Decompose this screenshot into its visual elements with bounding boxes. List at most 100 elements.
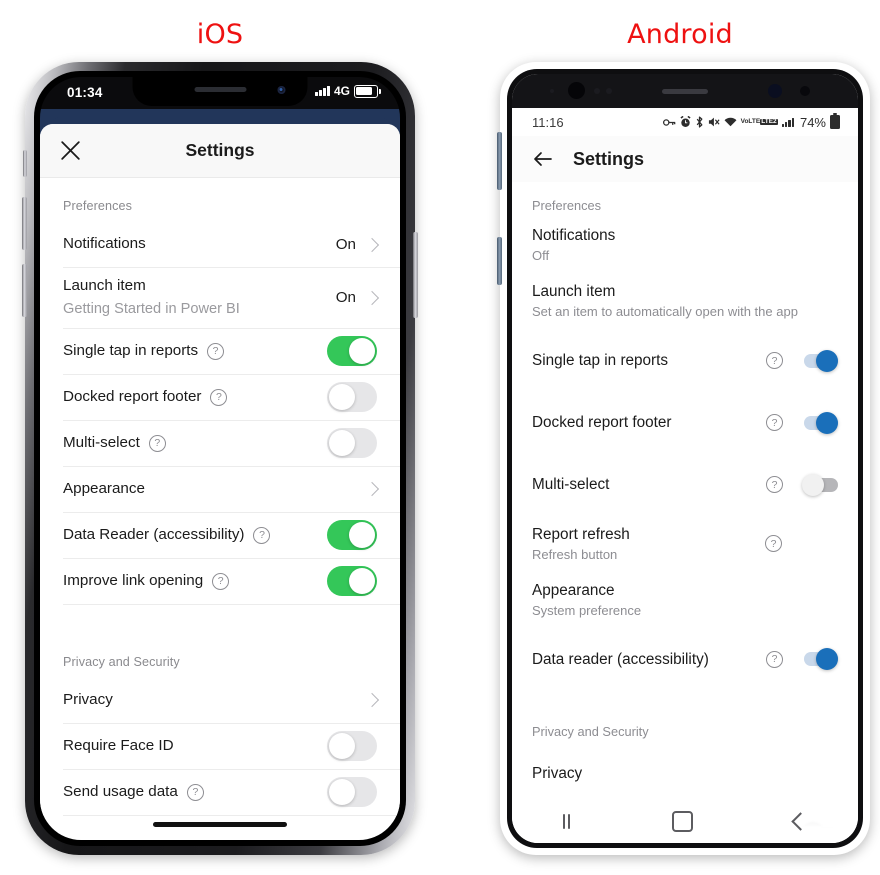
help-icon[interactable]: ? xyxy=(148,434,166,452)
toggle-switch[interactable] xyxy=(327,382,377,413)
page-title: Settings xyxy=(185,140,255,160)
row-value: On xyxy=(335,289,356,307)
home-icon[interactable] xyxy=(671,810,693,832)
ios-row-notifications[interactable]: Notifications On xyxy=(63,222,400,268)
section-header-preferences: Preferences xyxy=(532,198,601,213)
row-labels: Launch item Set an item to automatically… xyxy=(532,281,838,321)
row-label: Docked report footer xyxy=(532,414,672,432)
help-icon[interactable]: ? xyxy=(186,783,204,801)
android-row-privacy[interactable]: Privacy xyxy=(512,743,858,803)
toggle-switch[interactable] xyxy=(804,411,838,434)
row-label: Single tap in reports xyxy=(532,352,669,370)
android-top-bezel xyxy=(512,74,858,108)
ios-row-improve-link-opening[interactable]: Improve link opening ? xyxy=(63,559,400,605)
proximity-sensor-icon xyxy=(550,89,554,93)
help-icon[interactable]: ? xyxy=(766,476,783,494)
help-icon[interactable]: ? xyxy=(765,535,782,553)
toggle-switch[interactable] xyxy=(327,428,377,459)
ios-status-icons: 4G xyxy=(315,84,381,98)
toggle-switch[interactable] xyxy=(327,731,377,762)
android-row-appearance[interactable]: Appearance System preference xyxy=(512,572,858,628)
android-row-data-reader[interactable]: Data reader (accessibility) ? xyxy=(512,628,858,690)
ios-row-multi-select[interactable]: Multi-select ? xyxy=(63,421,400,467)
ios-settings-sheet: Settings Preferences Notifications On La… xyxy=(40,124,400,840)
ios-row-docked-report-footer[interactable]: Docked report footer ? xyxy=(63,375,400,421)
section-header-privacy: Privacy and Security xyxy=(63,654,180,669)
row-labels: Notifications xyxy=(63,226,336,263)
row-label: Improve link opening xyxy=(63,571,204,589)
row-label: Notifications xyxy=(63,235,146,253)
iphone-screen: 01:34 4G Settings Preferences Notificati… xyxy=(40,77,400,840)
row-label: Privacy xyxy=(63,690,113,708)
toggle-switch[interactable] xyxy=(804,648,838,671)
battery-percent: 74% xyxy=(799,114,826,130)
ios-row-data-reader[interactable]: Data Reader (accessibility) ? xyxy=(63,513,400,559)
help-icon[interactable]: ? xyxy=(766,414,783,432)
android-settings-list: Preferences Notifications Off Launch ite… xyxy=(512,182,858,843)
chevron-right-icon xyxy=(364,482,380,497)
row-labels: Single tap in reports xyxy=(532,350,766,371)
toggle-switch[interactable] xyxy=(327,336,377,367)
row-label: Report refresh xyxy=(532,525,630,543)
sensor-icon xyxy=(594,88,600,94)
row-sublabel: System preference xyxy=(532,603,642,618)
chevron-right-icon xyxy=(364,290,380,305)
android-bezel: 11:16 VoLTE LTE2 74% Settings Preference… xyxy=(507,69,863,848)
iphone-power-button[interactable] xyxy=(413,232,418,318)
iphone-volume-up-button[interactable] xyxy=(22,197,27,250)
section-header-preferences: Preferences xyxy=(63,199,133,213)
help-icon[interactable]: ? xyxy=(766,352,783,370)
ios-navbar: Settings xyxy=(40,124,400,178)
row-labels: Multi-select xyxy=(532,474,766,495)
back-arrow-icon[interactable] xyxy=(531,147,555,171)
row-label: Send usage data xyxy=(63,782,178,800)
android-status-time: 11:16 xyxy=(532,114,564,130)
comparison-stage: iOS Android 01:34 4G Settings Preference… xyxy=(0,0,880,875)
android-row-docked-report-footer[interactable]: Docked report footer ? xyxy=(512,392,858,454)
row-labels: Data Reader (accessibility) ? xyxy=(63,513,327,558)
ios-row-appearance[interactable]: Appearance xyxy=(63,467,400,513)
android-volume-button[interactable] xyxy=(497,132,502,190)
help-icon[interactable]: ? xyxy=(210,388,228,406)
iphone-device: 01:34 4G Settings Preferences Notificati… xyxy=(22,62,418,855)
help-icon[interactable]: ? xyxy=(253,526,271,544)
recents-icon[interactable] xyxy=(562,813,571,829)
toggle-switch[interactable] xyxy=(327,777,377,808)
battery-icon xyxy=(354,84,381,98)
ios-row-single-tap-in-reports[interactable]: Single tap in reports ? xyxy=(63,329,400,375)
ios-row-privacy[interactable]: Privacy xyxy=(63,678,400,724)
toggle-switch[interactable] xyxy=(804,349,838,372)
toggle-switch[interactable] xyxy=(327,520,377,551)
toggle-switch[interactable] xyxy=(802,473,838,496)
help-icon[interactable]: ? xyxy=(766,650,783,668)
iphone-notch xyxy=(132,77,308,106)
android-screen: 11:16 VoLTE LTE2 74% Settings Preference… xyxy=(512,74,858,843)
android-row-notifications[interactable]: Notifications Off xyxy=(512,217,858,273)
ios-row-require-face-id[interactable]: Require Face ID xyxy=(63,724,400,770)
ios-settings-list: Preferences Notifications On Launch item xyxy=(40,178,400,816)
android-row-multi-select[interactable]: Multi-select ? xyxy=(512,454,858,516)
volte-label: VoLTE xyxy=(740,117,761,125)
android-row-launch-item[interactable]: Launch item Set an item to automatically… xyxy=(512,273,858,329)
android-device: 11:16 VoLTE LTE2 74% Settings Preference… xyxy=(497,62,870,855)
iphone-volume-down-button[interactable] xyxy=(22,264,27,317)
row-label: Data reader (accessibility) xyxy=(532,650,709,668)
android-power-button[interactable] xyxy=(497,237,502,285)
back-icon[interactable] xyxy=(791,811,810,831)
row-labels: Data reader (accessibility) xyxy=(532,649,766,670)
row-labels: Notifications Off xyxy=(532,225,838,265)
row-labels: Docked report footer xyxy=(532,412,766,433)
battery-icon xyxy=(830,113,840,129)
iphone-silent-switch[interactable] xyxy=(23,150,27,177)
help-icon[interactable]: ? xyxy=(212,572,230,590)
android-row-single-tap-in-reports[interactable]: Single tap in reports ? xyxy=(512,330,858,392)
help-icon[interactable]: ? xyxy=(207,342,225,360)
row-labels: Privacy xyxy=(532,763,838,784)
ios-row-send-usage-data[interactable]: Send usage data ? xyxy=(63,770,400,816)
android-row-report-refresh[interactable]: Report refresh Refresh button ? xyxy=(512,516,858,572)
home-indicator[interactable] xyxy=(153,822,287,827)
toggle-switch[interactable] xyxy=(327,566,377,597)
row-labels: Report refresh Refresh button xyxy=(532,524,765,564)
section-gap xyxy=(40,604,400,638)
ios-row-launch-item[interactable]: Launch item Getting Started in Power BI … xyxy=(63,268,400,329)
